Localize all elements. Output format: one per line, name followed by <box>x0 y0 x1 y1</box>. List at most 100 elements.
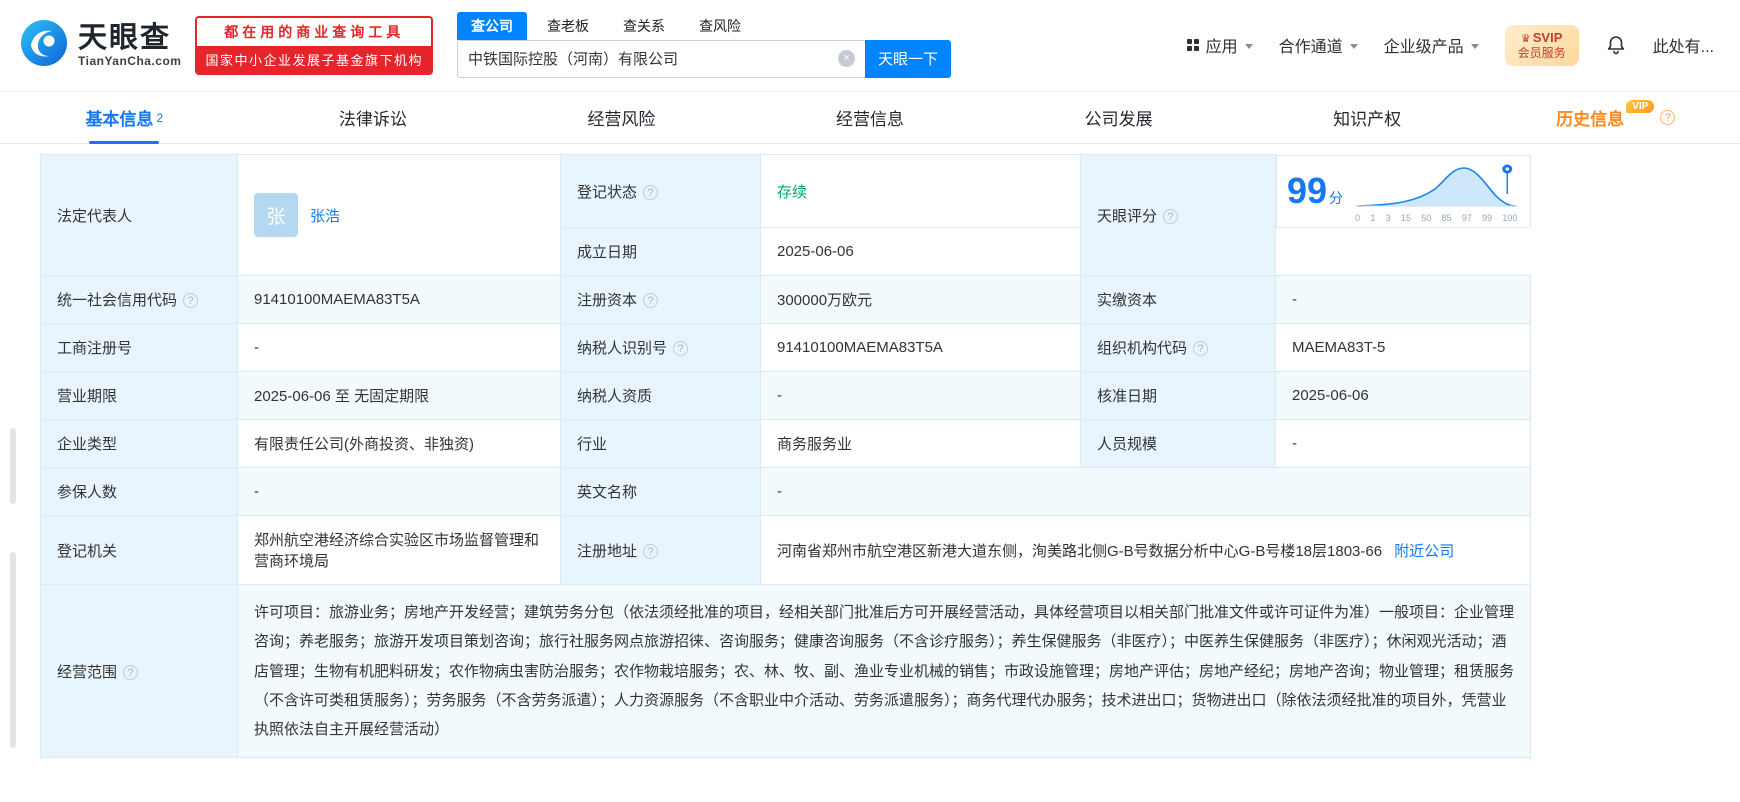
help-icon[interactable] <box>643 544 658 559</box>
value-business-scope: 许可项目：旅游业务；房地产开发经营；建筑劳务分包（依法须经批准的项目，经相关部门… <box>238 585 1531 758</box>
value-establish-date: 2025-06-06 <box>761 228 1081 276</box>
legal-rep-avatar[interactable]: 张 <box>254 193 298 237</box>
label-staff-size: 人员规模 <box>1081 420 1276 468</box>
label-registration-number: 工商注册号 <box>41 324 238 372</box>
help-icon[interactable] <box>643 185 658 200</box>
value-business-term: 2025-06-06 至 无固定期限 <box>238 372 561 420</box>
score-number: 99 <box>1287 170 1327 211</box>
slogan-line1: 都在用的商业查询工具 <box>197 18 431 46</box>
search-input[interactable] <box>468 50 838 67</box>
left-scroll-indicator <box>10 428 16 504</box>
svip-member-badge[interactable]: SVIP 会员服务 <box>1505 25 1579 66</box>
tab-history-info-label: 历史信息 <box>1556 105 1624 130</box>
label-insured-count: 参保人数 <box>41 468 238 516</box>
label-paid-capital: 实缴资本 <box>1081 276 1276 324</box>
tab-legal-litigation[interactable]: 法律诉讼 <box>249 92 498 143</box>
value-legal-representative: 张 张浩 <box>238 155 561 276</box>
tab-intellectual-property[interactable]: 知识产权 <box>1243 92 1492 143</box>
tab-basic-info[interactable]: 基本信息 2 <box>0 92 249 143</box>
apps-grid-icon <box>1187 39 1199 51</box>
value-registration-number: - <box>238 324 561 372</box>
help-icon[interactable] <box>1193 341 1208 356</box>
tab-operation-info[interactable]: 经营信息 <box>746 92 995 143</box>
search-button[interactable]: 天眼一下 <box>865 40 951 78</box>
label-industry: 行业 <box>561 420 761 468</box>
tab-basic-info-label: 基本信息 <box>85 105 153 130</box>
brand-name: 天眼查 <box>78 23 181 53</box>
top-header: 天眼查 TianYanCha.com 都在用的商业查询工具 国家中小企业发展子基… <box>0 0 1740 92</box>
help-icon[interactable] <box>673 341 688 356</box>
label-establish-date: 成立日期 <box>561 228 761 276</box>
value-taxpayer-id: 91410100MAEMA83T5A <box>761 324 1081 372</box>
label-org-code: 组织机构代码 <box>1081 324 1276 372</box>
legal-rep-name-link[interactable]: 张浩 <box>310 205 340 226</box>
value-approval-date: 2025-06-06 <box>1276 372 1531 420</box>
label-credit-code: 统一社会信用代码 <box>41 276 238 324</box>
svip-label: SVIP <box>1533 30 1563 45</box>
help-icon[interactable] <box>1660 110 1675 125</box>
header-right-nav: 应用 合作通道 企业级产品 SVIP 会员服务 此处有... <box>1187 25 1714 66</box>
value-company-type: 有限责任公司(外商投资、非独资) <box>238 420 561 468</box>
slogan-line2: 国家中小企业发展子基金旗下机构 <box>197 46 431 73</box>
basic-info-section: 法定代表人 张 张浩 登记状态 存续 天眼评分 99分 <box>0 144 1740 758</box>
search-tab-boss[interactable]: 查老板 <box>533 12 603 40</box>
tab-company-development[interactable]: 公司发展 <box>994 92 1243 143</box>
label-registration-authority: 登记机关 <box>41 516 238 585</box>
label-english-name: 英文名称 <box>561 468 761 516</box>
svip-sublabel: 会员服务 <box>1518 46 1566 60</box>
tab-operation-risk-label: 经营风险 <box>587 105 655 130</box>
clear-search-icon[interactable] <box>838 50 855 67</box>
label-registered-capital: 注册资本 <box>561 276 761 324</box>
tab-legal-litigation-label: 法律诉讼 <box>339 105 407 130</box>
chevron-down-icon <box>1471 44 1479 49</box>
value-industry: 商务服务业 <box>761 420 1081 468</box>
help-icon[interactable] <box>123 665 138 680</box>
label-tianyan-score: 天眼评分 <box>1081 155 1276 276</box>
tab-basic-info-count: 2 <box>156 111 163 125</box>
left-scroll-indicator <box>10 552 16 748</box>
logo-swirl-icon <box>18 17 70 74</box>
slogan-banner: 都在用的商业查询工具 国家中小企业发展子基金旗下机构 <box>195 16 433 75</box>
nav-cooperation[interactable]: 合作通道 <box>1279 33 1358 57</box>
nav-enterprise-products[interactable]: 企业级产品 <box>1384 33 1479 57</box>
value-english-name: - <box>761 468 1531 516</box>
label-registered-address: 注册地址 <box>561 516 761 585</box>
help-icon[interactable] <box>1163 209 1178 224</box>
tab-operation-risk[interactable]: 经营风险 <box>497 92 746 143</box>
label-approval-date: 核准日期 <box>1081 372 1276 420</box>
label-business-term: 营业期限 <box>41 372 238 420</box>
help-icon[interactable] <box>643 293 658 308</box>
tab-history-info[interactable]: 历史信息 VIP <box>1491 92 1740 143</box>
score-axis: 0131550859799100 <box>1353 212 1519 223</box>
notification-bell-icon[interactable] <box>1605 34 1627 56</box>
search-tab-risk[interactable]: 查风险 <box>685 12 755 40</box>
tianyancha-logo[interactable]: 天眼查 TianYanCha.com <box>18 17 181 74</box>
brand-domain: TianYanCha.com <box>78 54 181 68</box>
value-paid-capital: - <box>1276 276 1531 324</box>
label-registration-status: 登记状态 <box>561 155 761 228</box>
label-company-type: 企业类型 <box>41 420 238 468</box>
vip-tag: VIP <box>1626 100 1654 113</box>
search-tab-relation[interactable]: 查关系 <box>609 12 679 40</box>
value-registered-address: 河南省郑州市航空港区新港大道东侧，洵美路北侧G-B号数据分析中心G-B号楼18层… <box>761 516 1531 585</box>
value-staff-size: - <box>1276 420 1531 468</box>
value-insured-count: - <box>238 468 561 516</box>
tab-operation-info-label: 经营信息 <box>836 105 904 130</box>
chevron-down-icon <box>1245 44 1253 49</box>
nav-apps-label: 应用 <box>1206 33 1238 57</box>
value-registration-status: 存续 <box>761 155 1081 228</box>
value-taxpayer-quality: - <box>761 372 1081 420</box>
help-icon[interactable] <box>183 293 198 308</box>
header-more-text[interactable]: 此处有... <box>1653 33 1714 57</box>
search-tab-company[interactable]: 查公司 <box>457 12 527 40</box>
chevron-down-icon <box>1350 44 1358 49</box>
search-block: 查公司 查老板 查关系 查风险 天眼一下 <box>457 14 951 78</box>
value-org-code: MAEMA83T-5 <box>1276 324 1531 372</box>
company-tabbar: 基本信息 2 法律诉讼 经营风险 经营信息 公司发展 知识产权 历史信息 VIP <box>0 92 1740 144</box>
search-input-wrap <box>457 40 865 78</box>
nav-apps[interactable]: 应用 <box>1187 33 1253 57</box>
nearby-companies-link[interactable]: 附近公司 <box>1394 543 1454 560</box>
value-credit-code: 91410100MAEMA83T5A <box>238 276 561 324</box>
value-tianyan-score: 99分 0131550859799100 <box>1276 155 1531 228</box>
tab-intellectual-property-label: 知识产权 <box>1333 105 1401 130</box>
